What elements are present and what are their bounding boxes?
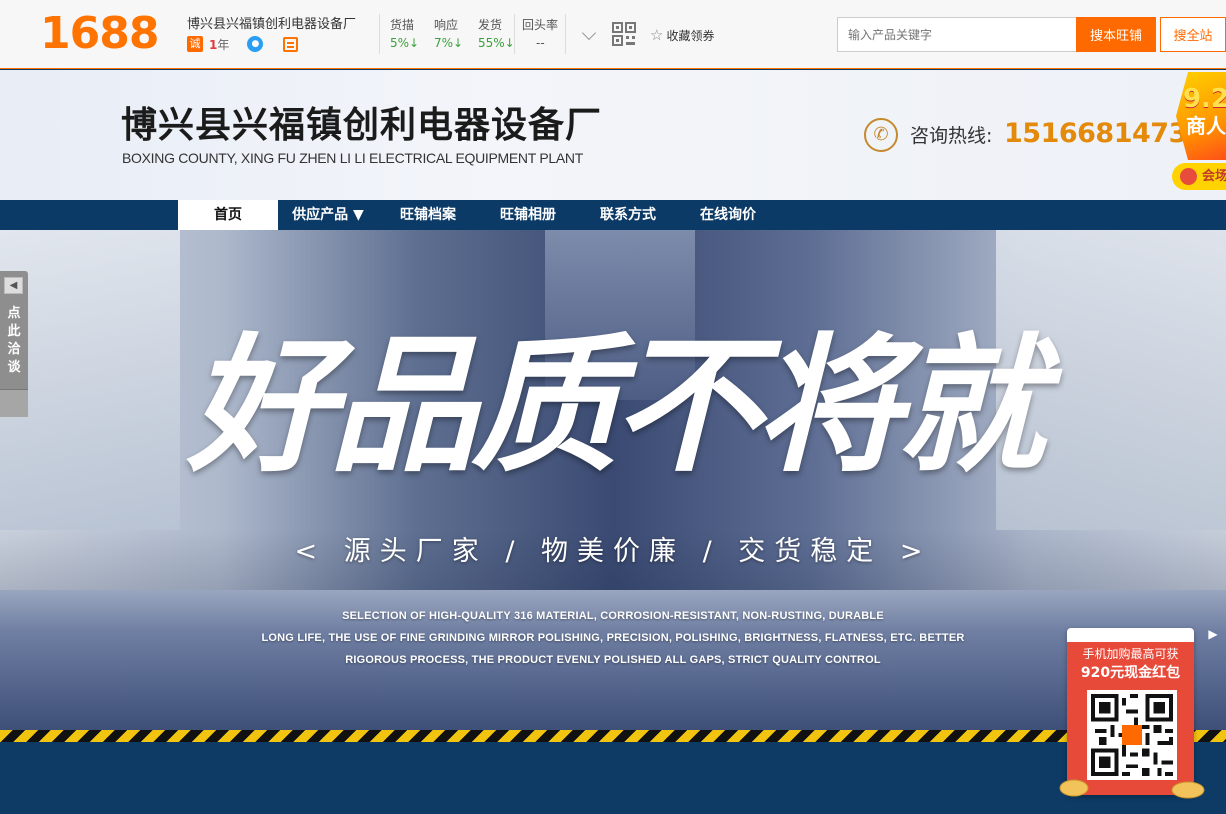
search-input[interactable] <box>837 17 1077 52</box>
nav-inquiry[interactable]: 在线询价 <box>688 200 768 230</box>
wangwang-chat-icon[interactable]: ● <box>247 36 264 52</box>
stat-description: 货描 5%↓ <box>390 18 420 50</box>
shop-page: 1688 博兴县兴福镇创利电器设备厂 诚 1年 ● 货描 5%↓ 响应 7%↓ … <box>0 0 1226 814</box>
shop-meta: 诚 1年 ● <box>187 35 299 53</box>
hazard-stripe <box>0 730 1226 742</box>
qr-code-image <box>1087 690 1177 780</box>
nav-archive[interactable]: 旺铺档案 <box>388 200 468 230</box>
hotline-label: 咨询热线: <box>910 125 993 147</box>
chevron-right-icon[interactable]: ▶ <box>1200 624 1226 644</box>
search-site-button[interactable]: 搜全站 <box>1160 17 1226 52</box>
phone-icon: ✆ <box>864 118 898 152</box>
banner-english-line-2: LONG LIFE, THE USE OF FINE GRINDING MIRR… <box>261 632 965 644</box>
red-envelope-promo[interactable]: 手机加购最高可获 920元现金红包 <box>1067 628 1194 795</box>
nav-home[interactable]: 首页 <box>178 200 278 230</box>
banner-slogan: 好品质不将就 <box>187 318 1045 492</box>
site-logo[interactable]: 1688 <box>40 10 159 58</box>
chevron-down-icon[interactable] <box>581 25 597 41</box>
star-icon: ☆ <box>650 26 664 44</box>
hero-banner[interactable]: 好品质不将就 < 源头厂家 / 物美价廉 / 交货稳定 > SELECTION … <box>0 230 1226 730</box>
stat-shipping: 发货 55%↓ <box>478 18 515 50</box>
banner-english-line-3: RIGOROUS PROCESS, THE PRODUCT EVENLY POL… <box>345 654 881 666</box>
envelope-line-1: 手机加购最高可获 <box>1082 647 1179 661</box>
stat-response: 响应 7%↓ <box>434 18 464 50</box>
top-bar: 1688 博兴县兴福镇创利电器设备厂 诚 1年 ● 货描 5%↓ 响应 7%↓ … <box>0 0 1226 69</box>
certificate-icon[interactable] <box>283 36 299 52</box>
membership-years: 1年 <box>209 37 230 52</box>
favorite-button[interactable]: ☆ 收藏领券 <box>650 26 714 45</box>
main-nav: 首页 供应产品 ▼ 旺铺档案 旺铺相册 联系方式 在线询价 <box>0 200 1226 230</box>
banner-english-line-1: SELECTION OF HIGH-QUALITY 316 MATERIAL, … <box>342 610 884 622</box>
envelope-flap <box>1067 628 1194 642</box>
shop-header: 博兴县兴福镇创利电器设备厂 BOXING COUNTY, XING FU ZHE… <box>0 70 1226 200</box>
divider <box>379 14 380 54</box>
divider <box>565 14 566 54</box>
envelope-line-2: 920元现金红包 <box>1080 665 1181 681</box>
company-name-cn: 博兴县兴福镇创利电器设备厂 <box>121 105 603 146</box>
company-name-en: BOXING COUNTY, XING FU ZHEN LI LI ELECTR… <box>122 150 583 166</box>
qr-code-icon[interactable] <box>612 22 636 46</box>
consult-label: 点此洽谈 <box>7 306 21 375</box>
chengxin-badge-icon[interactable]: 诚 <box>187 36 203 52</box>
banner-tagline: < 源头厂家 / 物美价廉 / 交货稳定 > <box>294 536 932 567</box>
content-area <box>0 742 1226 814</box>
search-shop-button[interactable]: 搜本旺铺 <box>1076 17 1156 52</box>
nav-album[interactable]: 旺铺相册 <box>488 200 568 230</box>
gold-coins-decoration <box>1059 779 1205 799</box>
hotline-number: 15166814739 <box>1004 118 1206 149</box>
consult-side-tab[interactable]: ◀ 点此洽谈 <box>0 271 28 417</box>
consult-tab-footer <box>0 389 28 417</box>
nav-contact[interactable]: 联系方式 <box>588 200 668 230</box>
nav-products[interactable]: 供应产品 ▼ <box>282 200 374 230</box>
divider <box>514 14 515 54</box>
collapse-arrow-icon[interactable]: ◀ <box>4 277 23 294</box>
shop-name-link[interactable]: 博兴县兴福镇创利电器设备厂 <box>187 16 356 34</box>
venue-pill-button[interactable]: 会场 <box>1172 163 1226 190</box>
location-pin-icon <box>1180 168 1197 185</box>
